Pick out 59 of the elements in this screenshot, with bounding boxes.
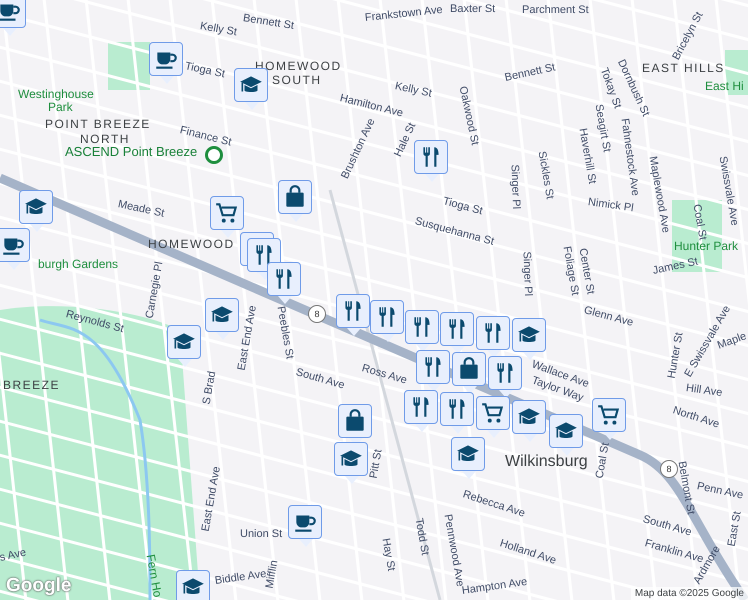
street-label: Foliage St (560, 245, 581, 296)
street-label: Hay St (378, 537, 398, 572)
street-label: Nimick Pl (587, 196, 634, 216)
street-label: Penn Ave (696, 480, 744, 503)
street-label: S Brad (200, 370, 220, 406)
street-label: Glenn Ave (582, 304, 635, 330)
park-label: Hunter Park (674, 240, 738, 253)
street-label: Maple (716, 330, 748, 352)
street-label: South Ave (641, 513, 693, 539)
street-label: Peebles St (274, 305, 296, 360)
street-label: Bennett St (504, 61, 557, 85)
area-label: BREEZE (3, 379, 60, 392)
area-label: SOUTH (272, 74, 322, 87)
street-label: Pitt St (368, 448, 386, 480)
area-label: POINT BREEZE (45, 118, 151, 131)
park-label: East Hi (705, 80, 744, 93)
park-label: Fern Ho (144, 553, 164, 598)
area-label: HOMEWOOD (148, 238, 235, 251)
street-label: Tioga St (184, 60, 226, 82)
street-label: Hill Ave (685, 382, 724, 400)
street-label: Carnegie Pl (144, 260, 166, 320)
street-label: Maplewood Ave (646, 155, 672, 234)
park-label: burgh Gardens (38, 258, 118, 271)
street-label: Frankstown Ave (364, 4, 444, 25)
street-label: Holland Ave (498, 537, 558, 568)
street-label: Coal St (594, 442, 613, 480)
street-label: East End Ave (236, 304, 260, 372)
street-label: Parchment St (522, 4, 589, 17)
street-label: Singer Pl (520, 251, 534, 296)
park-label: Westinghouse (18, 88, 94, 101)
street-label: Mifflin (264, 559, 282, 590)
street-label: Swissvale Ave (716, 155, 741, 227)
street-label: Baxter St (450, 3, 496, 16)
street-label: Fahnestock Ave (618, 118, 642, 197)
street-label: Ross Ave (360, 362, 408, 388)
street-label: Singer Pl (508, 164, 522, 210)
street-label: Hunter St (666, 332, 686, 380)
street-label: Kelly St (198, 20, 238, 40)
street-label: East St (726, 510, 745, 548)
street-label: Oakwood St (456, 85, 481, 146)
area-label: EAST HILLS (642, 62, 725, 75)
street-label: Coal St (690, 203, 709, 242)
area-label: HOMEWOOD (255, 60, 342, 73)
street-label: Meade St (116, 198, 166, 221)
street-label: North Ave (671, 404, 721, 432)
street-label: Union St (240, 528, 282, 541)
street-label: Todd St (412, 517, 431, 556)
area-label: NORTH (80, 133, 130, 146)
street-label: s Ave (0, 546, 28, 565)
street-label: James St (652, 256, 700, 278)
street-label: East End Ave (200, 466, 224, 533)
street-label: Tioga St (442, 195, 484, 218)
street-label: Bennett St (242, 12, 295, 33)
street-label: South Ave (294, 366, 346, 393)
town-label: Wilkinsburg (505, 455, 588, 468)
park-label: Park (48, 101, 73, 114)
street-label: Sickles St (534, 150, 556, 200)
street-label: Hale St (392, 121, 420, 160)
map-attribution: Map data ©2025 Google (630, 587, 748, 600)
